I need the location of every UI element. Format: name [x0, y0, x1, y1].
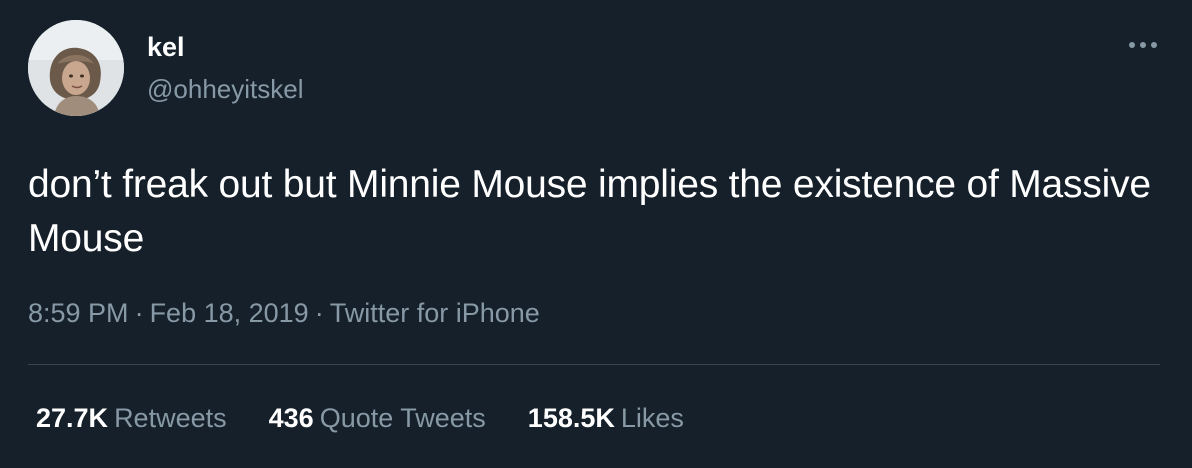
quote-tweets-count: 436 — [268, 403, 314, 433]
meta-separator: · — [134, 298, 144, 328]
avatar-photo — [28, 20, 124, 116]
divider — [28, 364, 1160, 365]
avatar[interactable] — [28, 20, 124, 116]
meta-separator: · — [314, 298, 324, 328]
quote-tweets-stat[interactable]: 436 Quote Tweets — [269, 399, 486, 437]
tweet-card: kel @ohheyitskel don’t freak out but Min… — [0, 0, 1192, 468]
more-options-button[interactable] — [1120, 30, 1166, 60]
likes-stat[interactable]: 158.5K Likes — [528, 399, 684, 437]
likes-label: Likes — [620, 403, 684, 433]
quote-tweets-label: Quote Tweets — [319, 403, 486, 433]
tweet-meta: 8:59 PM · Feb 18, 2019 · Twitter for iPhone — [28, 294, 540, 332]
display-name[interactable]: kel — [147, 30, 185, 64]
tweet-stats: 27.7K Retweets 436 Quote Tweets 158.5K Like… — [36, 399, 684, 437]
more-horizontal-icon — [1129, 42, 1157, 48]
retweets-label: Retweets — [114, 403, 227, 433]
tweet-text: don’t freak out but Minnie Mouse implies… — [28, 163, 1151, 260]
retweets-count: 27.7K — [36, 403, 109, 433]
tweet-date[interactable]: Feb 18, 2019 — [150, 298, 309, 328]
likes-count: 158.5K — [527, 403, 615, 433]
retweets-stat[interactable]: 27.7K Retweets — [36, 399, 227, 437]
tweet-time[interactable]: 8:59 PM — [28, 298, 129, 328]
user-handle[interactable]: @ohheyitskel — [147, 72, 303, 106]
tweet-source-link[interactable]: Twitter for iPhone — [330, 298, 540, 328]
